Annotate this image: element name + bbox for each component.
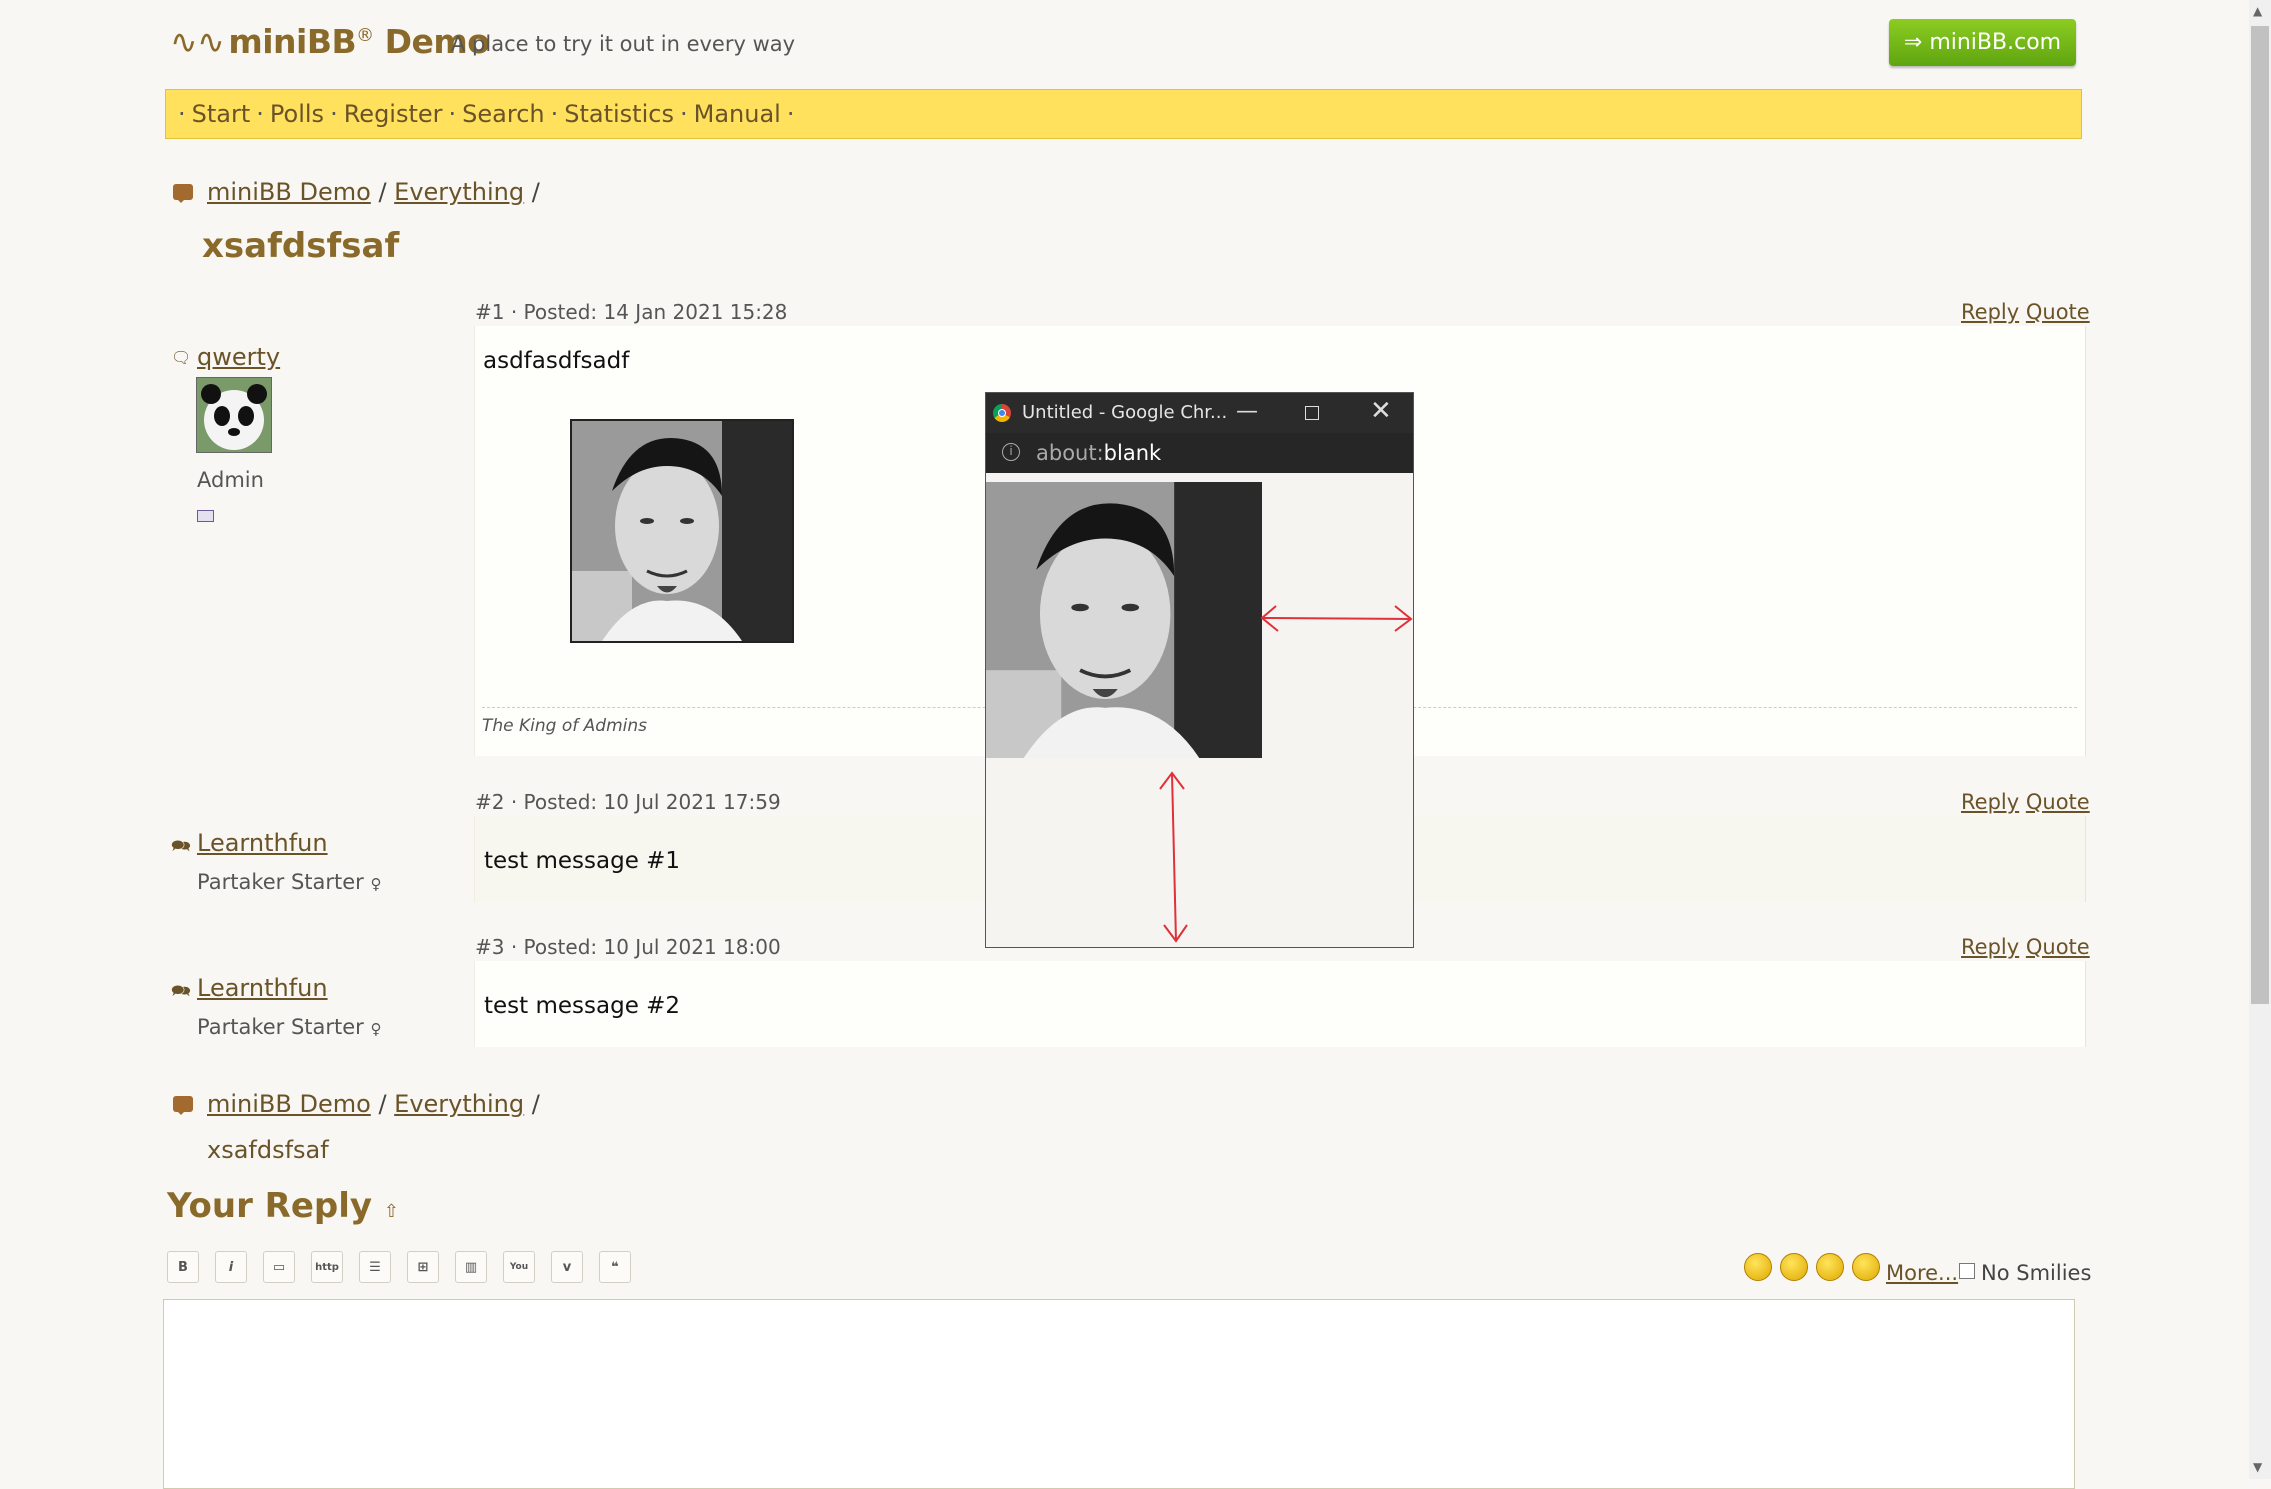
post-3-message: test message #2 bbox=[484, 993, 681, 1019]
post-3-author: Learnthfun bbox=[197, 974, 328, 1002]
nav-start[interactable]: Start bbox=[192, 100, 251, 128]
breadcrumb-forum-link[interactable]: miniBB Demo bbox=[207, 1090, 371, 1118]
site-logo[interactable]: ∿∿ miniBB® Demo bbox=[170, 22, 490, 61]
quote-button[interactable]: ❝ bbox=[599, 1251, 631, 1283]
forum-icon bbox=[173, 1096, 193, 1115]
logo-text: miniBB bbox=[228, 22, 357, 61]
no-smilies-checkbox[interactable] bbox=[1959, 1263, 1975, 1279]
post-1-quote-link[interactable]: Quote bbox=[2026, 300, 2090, 324]
user-status-icon: 🗪 bbox=[171, 836, 191, 855]
editor-toolbar: B i ▭ http ☰ ⊞ ▥ You v ❝ bbox=[167, 1251, 631, 1283]
nav-search[interactable]: Search bbox=[462, 100, 544, 128]
scroll-top-icon[interactable]: ⇧ bbox=[384, 1201, 399, 1222]
wink-icon[interactable] bbox=[1780, 1253, 1808, 1281]
main-nav: · Start · Polls · Register · Search · Statis… bbox=[165, 89, 2082, 139]
post-1-actions: Reply Quote bbox=[1961, 300, 2090, 324]
gender-icon: ♀ bbox=[370, 1020, 382, 1038]
reply-heading: Your Reply ⇧ bbox=[167, 1186, 399, 1226]
more-smilies: More... bbox=[1886, 1261, 1958, 1285]
user-status-icon: 🗨 bbox=[171, 348, 192, 367]
gender-icon: ♀ bbox=[370, 875, 382, 893]
smile-icon[interactable] bbox=[1744, 1253, 1772, 1281]
nav-polls[interactable]: Polls bbox=[270, 100, 324, 128]
logo-wave-icon: ∿∿ bbox=[170, 22, 225, 61]
breadcrumb-bottom: miniBB Demo / Everything / bbox=[207, 1090, 540, 1118]
nav-register[interactable]: Register bbox=[344, 100, 443, 128]
post-2-actions: Reply Quote bbox=[1961, 790, 2090, 814]
post-1-author: qwerty bbox=[197, 343, 280, 371]
post-2-message: test message #1 bbox=[484, 848, 681, 874]
post-1-signature: The King of Admins bbox=[482, 716, 647, 736]
more-smilies-link[interactable]: More... bbox=[1886, 1261, 1958, 1285]
nav-statistics[interactable]: Statistics bbox=[564, 100, 674, 128]
chart-button[interactable]: ▥ bbox=[455, 1251, 487, 1283]
bold-button[interactable]: B bbox=[167, 1251, 199, 1283]
scroll-down-arrow-icon[interactable]: ▼ bbox=[2253, 1460, 2262, 1474]
gallery-button[interactable]: ⊞ bbox=[407, 1251, 439, 1283]
chrome-popup-window[interactable]: Untitled - Google Chr... — ✕ i about:bla… bbox=[985, 392, 1414, 948]
forum-icon bbox=[173, 184, 193, 203]
post-2-quote-link[interactable]: Quote bbox=[2026, 790, 2090, 814]
post-1-image[interactable] bbox=[570, 419, 794, 643]
reply-textarea[interactable] bbox=[163, 1299, 2075, 1489]
list-button[interactable]: ☰ bbox=[359, 1251, 391, 1283]
avatar[interactable] bbox=[196, 377, 272, 453]
breadcrumb-category-link[interactable]: Everything bbox=[394, 1090, 524, 1118]
vimeo-button[interactable]: v bbox=[551, 1251, 583, 1283]
breadcrumb-topic: xsafdsfsaf bbox=[207, 1136, 329, 1164]
breadcrumb-category-link[interactable]: Everything bbox=[394, 178, 524, 206]
user-status-icon: 🗪 bbox=[171, 981, 191, 1000]
minibb-com-button[interactable]: ⇒ miniBB.com bbox=[1889, 19, 2076, 66]
profile-card-icon[interactable] bbox=[197, 510, 214, 522]
youtube-button[interactable]: You bbox=[503, 1251, 535, 1283]
post-1-message: asdfasdfsadf bbox=[483, 348, 630, 374]
post-2-author: Learnthfun bbox=[197, 829, 328, 857]
no-smilies-label: No Smilies bbox=[1981, 1261, 2092, 1285]
post-3-author-link[interactable]: Learnthfun bbox=[197, 974, 328, 1002]
breadcrumb-top: miniBB Demo / Everything / bbox=[207, 178, 540, 206]
sad-icon[interactable] bbox=[1852, 1253, 1880, 1281]
panda-avatar bbox=[197, 378, 271, 452]
post-3-body bbox=[474, 961, 2086, 1047]
smilies-bar bbox=[1744, 1253, 1880, 1281]
nav-manual[interactable]: Manual bbox=[694, 100, 781, 128]
post-2-author-role: Partaker Starter ♀ bbox=[197, 870, 382, 894]
italic-button[interactable]: i bbox=[215, 1251, 247, 1283]
tongue-icon[interactable] bbox=[1816, 1253, 1844, 1281]
post-3-author-role: Partaker Starter ♀ bbox=[197, 1015, 382, 1039]
post-1-meta: #1 · Posted: 14 Jan 2021 15:28 bbox=[475, 300, 788, 324]
portrait-photo bbox=[572, 421, 792, 641]
breadcrumb-forum-link[interactable]: miniBB Demo bbox=[207, 178, 371, 206]
post-3-quote-link[interactable]: Quote bbox=[2026, 935, 2090, 959]
topic-title: xsafdsfsaf bbox=[202, 226, 400, 266]
red-annotation-arrows bbox=[1159, 605, 1413, 943]
image-button[interactable]: ▭ bbox=[263, 1251, 295, 1283]
logo-registered: ® bbox=[356, 25, 374, 46]
post-2-author-link[interactable]: Learnthfun bbox=[197, 829, 328, 857]
post-3-reply-link[interactable]: Reply bbox=[1961, 935, 2019, 959]
post-3-meta: #3 · Posted: 10 Jul 2021 18:00 bbox=[475, 935, 781, 959]
post-3-actions: Reply Quote bbox=[1961, 935, 2090, 959]
scrollbar-thumb[interactable] bbox=[2251, 26, 2269, 1004]
post-1-author-link[interactable]: qwerty bbox=[197, 343, 280, 371]
post-2-reply-link[interactable]: Reply bbox=[1961, 790, 2019, 814]
post-2-meta: #2 · Posted: 10 Jul 2021 17:59 bbox=[475, 790, 781, 814]
link-button[interactable]: http bbox=[311, 1251, 343, 1283]
post-1-reply-link[interactable]: Reply bbox=[1961, 300, 2019, 324]
site-tagline: A place to try it out in every way bbox=[451, 32, 796, 56]
scroll-up-arrow-icon[interactable]: ▲ bbox=[2253, 4, 2262, 18]
post-1-author-role: Admin bbox=[197, 468, 264, 492]
